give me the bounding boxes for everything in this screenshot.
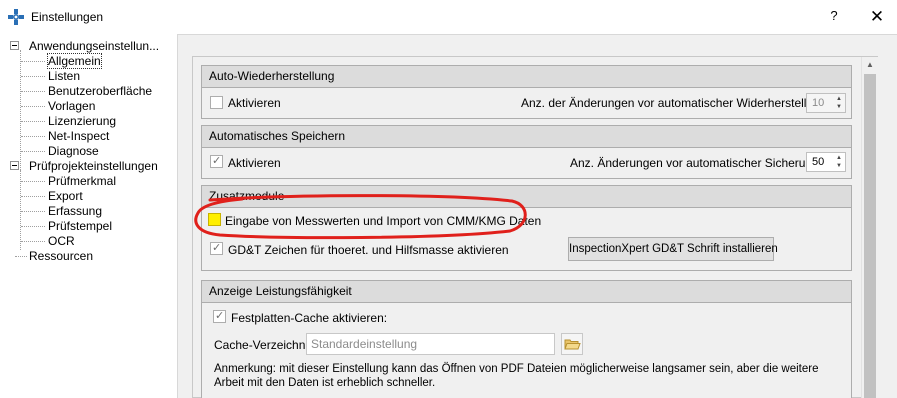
vertical-scrollbar[interactable]: ▲ bbox=[861, 57, 878, 398]
tree-item-pruefmerkmal[interactable]: Prüfmerkmal bbox=[48, 174, 116, 188]
auto-restore-label: Aktivieren bbox=[228, 96, 281, 110]
tree-item-ressourcen[interactable]: Ressourcen bbox=[29, 249, 93, 263]
gdt-checkbox[interactable] bbox=[210, 241, 223, 255]
cmm-import-checkbox[interactable] bbox=[208, 213, 221, 226]
group-auto-save: Automatisches Speichern bbox=[201, 125, 852, 179]
close-button[interactable]: ✕ bbox=[866, 6, 888, 28]
group-performance-title: Anzeige Leistungsfähigkeit bbox=[202, 281, 851, 303]
tree-item-pruefstempel[interactable]: Prüfstempel bbox=[48, 219, 112, 233]
disk-cache-checkbox[interactable] bbox=[213, 309, 226, 323]
group-auto-restore: Auto-Wiederherstellung bbox=[201, 65, 852, 119]
tree-item-vorlagen[interactable]: Vorlagen bbox=[48, 99, 95, 113]
group-addons-title: Zusatzmodule bbox=[202, 186, 851, 208]
tree-item-benutzeroberflaeche[interactable]: Benutzeroberfläche bbox=[48, 84, 152, 98]
browse-folder-button[interactable] bbox=[561, 333, 583, 355]
tree-item-export[interactable]: Export bbox=[48, 189, 83, 203]
expander-app-settings[interactable] bbox=[10, 41, 19, 50]
performance-note: Anmerkung: mit dieser Einstellung kann d… bbox=[214, 363, 819, 389]
disk-cache-label: Festplatten-Cache aktivieren: bbox=[231, 311, 388, 325]
expander-project-settings[interactable] bbox=[10, 161, 19, 170]
install-gdt-font-button[interactable]: InspectionXpert GD&T Schrift installiere… bbox=[568, 237, 778, 261]
cmm-import-label: Eingabe von Messwerten und Import von CM… bbox=[225, 214, 542, 228]
auto-save-checkbox[interactable] bbox=[210, 154, 223, 168]
folder-icon bbox=[564, 339, 581, 350]
tree-item-diagnose[interactable]: Diagnose bbox=[48, 144, 99, 158]
help-button[interactable]: ? bbox=[826, 8, 842, 26]
tree-item-net-inspect[interactable]: Net-Inspect bbox=[48, 129, 109, 143]
window-title: Einstellungen bbox=[31, 10, 104, 24]
auto-restore-changes-value: 10 bbox=[812, 97, 825, 109]
tree-item-listen[interactable]: Listen bbox=[48, 69, 80, 83]
auto-save-changes-value: 50 bbox=[812, 156, 825, 168]
gdt-label: GD&T Zeichen für thoeret. und Hilfsmasse… bbox=[228, 243, 509, 257]
scroll-thumb[interactable] bbox=[864, 74, 876, 398]
auto-save-changes-label: Anz. Änderungen vor automatischer Sicher… bbox=[570, 156, 823, 170]
title-bar: Einstellungen ? ✕ bbox=[0, 0, 897, 34]
tree-item-app-settings[interactable]: Anwendungseinstellun... bbox=[29, 39, 159, 53]
tree-item-lizenzierung[interactable]: Lizenzierung bbox=[48, 114, 116, 128]
spinner-arrows-icon[interactable]: ▲ ▼ bbox=[833, 94, 845, 112]
auto-restore-changes-label: Anz. der Änderungen vor automatischer Wi… bbox=[521, 96, 827, 110]
spinner-arrows-icon[interactable]: ▲ ▼ bbox=[833, 153, 845, 171]
auto-restore-changes-spinner[interactable]: 10 ▲ ▼ bbox=[806, 93, 846, 113]
cache-dir-input[interactable]: Standardeinstellung bbox=[306, 333, 555, 355]
app-logo-icon bbox=[8, 9, 24, 25]
cache-dir-label: Cache-Verzeichnis bbox=[214, 338, 315, 352]
group-auto-save-title: Automatisches Speichern bbox=[202, 126, 851, 148]
tree-item-project-settings[interactable]: Prüfprojekteinstellungen bbox=[29, 159, 158, 173]
group-auto-restore-title: Auto-Wiederherstellung bbox=[202, 66, 851, 88]
tree-item-allgemein[interactable]: Allgemein bbox=[47, 53, 102, 69]
tree-item-erfassung[interactable]: Erfassung bbox=[48, 204, 102, 218]
tree-item-ocr[interactable]: OCR bbox=[48, 234, 75, 248]
scroll-up-icon[interactable]: ▲ bbox=[862, 57, 878, 73]
auto-save-changes-spinner[interactable]: 50 ▲ ▼ bbox=[806, 152, 846, 172]
auto-save-label: Aktivieren bbox=[228, 156, 281, 170]
auto-restore-checkbox[interactable] bbox=[210, 96, 223, 109]
settings-tree: Anwendungseinstellun... Allgemein Listen… bbox=[0, 34, 175, 398]
